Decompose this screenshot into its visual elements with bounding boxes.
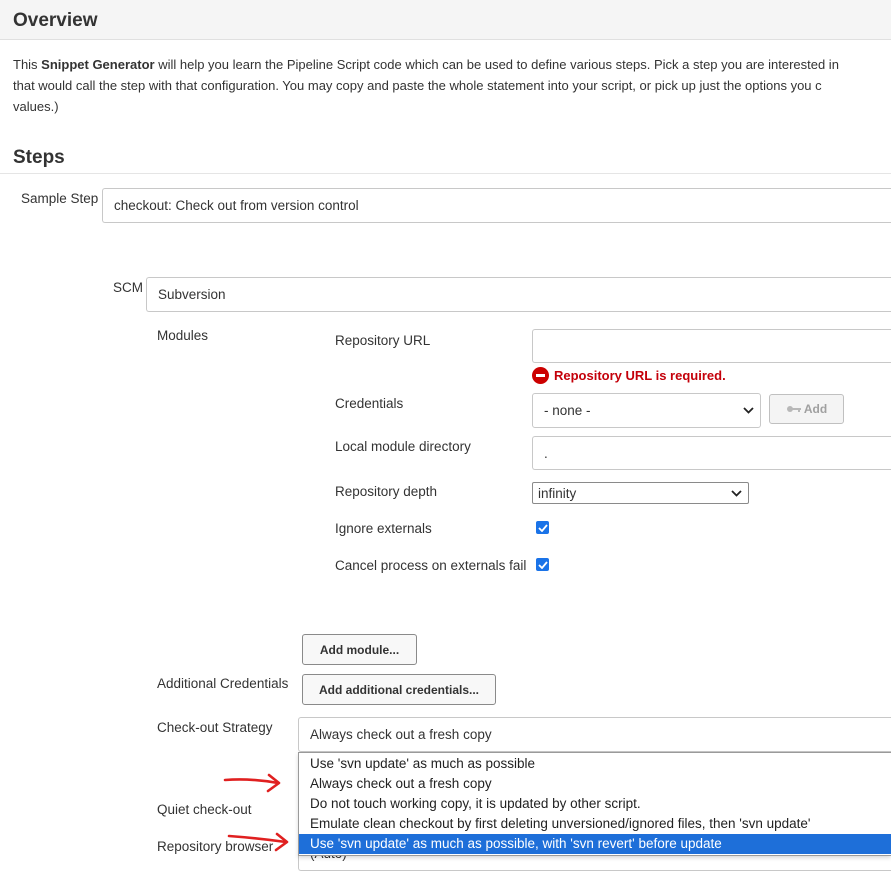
cancel-externals-fail-label: Cancel process on externals fail <box>335 558 527 573</box>
credentials-select[interactable]: - none - <box>532 393 761 428</box>
checkout-strategy-option-highlighted[interactable]: Use 'svn update' as much as possible, wi… <box>299 834 891 854</box>
checkmark-icon <box>537 523 548 532</box>
repository-url-error: Repository URL is required. <box>532 367 726 384</box>
additional-credentials-label: Additional Credentials <box>157 676 289 691</box>
sample-step-select[interactable]: checkout: Check out from version control <box>102 188 891 223</box>
repository-url-label: Repository URL <box>335 333 431 348</box>
cancel-externals-fail-checkbox[interactable] <box>536 558 549 571</box>
annotation-arrow-icon <box>223 773 281 793</box>
checkout-strategy-label: Check-out Strategy <box>157 720 273 735</box>
checkout-strategy-option[interactable]: Do not touch working copy, it is updated… <box>299 794 891 814</box>
repository-depth-value: infinity <box>538 485 577 501</box>
overview-header <box>0 0 891 40</box>
chevron-down-icon <box>731 489 742 497</box>
repository-url-error-text: Repository URL is required. <box>554 368 726 383</box>
checkout-strategy-option[interactable]: Always check out a fresh copy <box>299 774 891 794</box>
add-credentials-button[interactable]: Add <box>769 394 844 424</box>
overview-description-line3: values.) <box>13 99 59 114</box>
add-button-label: Add <box>803 402 828 416</box>
scm-select[interactable]: Subversion <box>146 277 891 312</box>
steps-divider <box>0 173 891 174</box>
ignore-externals-checkbox[interactable] <box>536 521 549 534</box>
checkmark-icon <box>537 560 548 569</box>
repository-browser-label: Repository browser <box>157 839 274 854</box>
credentials-label: Credentials <box>335 396 404 411</box>
checkout-strategy-dropdown: Use 'svn update' as much as possible Alw… <box>298 752 891 856</box>
sample-step-label: Sample Step <box>21 191 99 206</box>
checkout-strategy-option[interactable]: Use 'svn update' as much as possible <box>299 754 891 774</box>
ignore-externals-label: Ignore externals <box>335 521 432 536</box>
modules-label: Modules <box>157 328 209 343</box>
chevron-down-icon <box>743 407 754 414</box>
snippet-generator-name: Snippet Generator <box>41 57 155 72</box>
overview-text: will help you learn the Pipeline Script … <box>154 57 839 72</box>
local-module-directory-label: Local module directory <box>335 439 471 454</box>
scm-label: SCM <box>113 280 143 295</box>
overview-text: This <box>13 57 42 72</box>
error-icon <box>532 367 549 384</box>
add-additional-credentials-button[interactable]: Add additional credentials... <box>302 674 496 705</box>
overview-title: Overview <box>13 10 98 31</box>
checkout-strategy-option[interactable]: Emulate clean checkout by first deleting… <box>299 814 891 834</box>
overview-description-line1: This Snippet Generator will help you lea… <box>13 54 891 75</box>
add-module-button[interactable]: Add module... <box>302 634 417 665</box>
repository-depth-select[interactable]: infinity <box>532 482 749 504</box>
key-icon <box>786 406 801 412</box>
local-module-directory-input[interactable]: . <box>532 436 891 470</box>
overview-description-line2: that would call the step with that confi… <box>13 78 822 93</box>
checkout-strategy-select[interactable]: Always check out a fresh copy <box>298 717 891 752</box>
credentials-value: - none - <box>544 403 591 418</box>
quiet-checkout-label: Quiet check-out <box>157 802 252 817</box>
repository-url-input[interactable] <box>532 329 891 363</box>
repository-depth-label: Repository depth <box>335 484 438 499</box>
steps-title: Steps <box>13 147 65 168</box>
